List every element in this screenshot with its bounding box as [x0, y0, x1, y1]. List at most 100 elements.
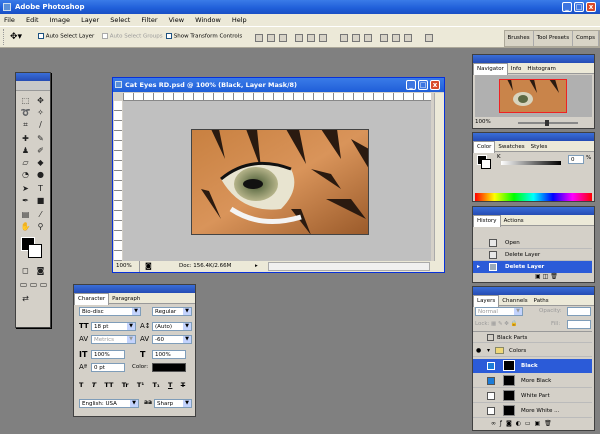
menu-layer[interactable]: Layer: [81, 16, 99, 24]
clone-stamp-icon[interactable]: ♟: [20, 145, 31, 156]
menu-filter[interactable]: Filter: [141, 16, 157, 24]
leading-field[interactable]: (Auto) ▼: [152, 322, 192, 331]
tab-paragraph[interactable]: Paragraph: [109, 294, 143, 305]
baseline-shift-field[interactable]: 0 pt: [91, 363, 125, 372]
align-right-icon[interactable]: [319, 34, 327, 42]
status-nav-icon[interactable]: ◙: [145, 261, 152, 272]
align-vcenter-icon[interactable]: [267, 34, 275, 42]
pen-tool-icon[interactable]: ✒: [20, 195, 31, 206]
close-button[interactable]: x: [586, 2, 596, 12]
visibility-eye-icon[interactable]: ●: [476, 345, 481, 357]
zoom-level[interactable]: 100%: [116, 261, 140, 272]
distribute-left-icon[interactable]: [380, 34, 388, 42]
new-layer-icon[interactable]: ▣: [534, 420, 541, 427]
layer-mask-thumb[interactable]: [503, 360, 515, 371]
link-layers-icon[interactable]: ∞: [491, 420, 497, 427]
menu-edit[interactable]: Edit: [26, 16, 39, 24]
show-transform-controls-checkbox[interactable]: [166, 33, 172, 39]
zoom-tool-icon[interactable]: ⚲: [35, 221, 46, 232]
menu-help[interactable]: Help: [232, 16, 247, 24]
shape-tool-icon[interactable]: ■: [35, 195, 46, 206]
layer-row-selected[interactable]: Black: [473, 359, 592, 373]
doc-close-button[interactable]: x: [430, 80, 440, 90]
photoshop-feather-logo[interactable]: [16, 81, 50, 91]
notes-tool-icon[interactable]: ▤: [20, 209, 31, 220]
blend-mode-select[interactable]: Normal ▼: [475, 307, 523, 316]
navigator-zoom[interactable]: 100%: [475, 119, 491, 125]
menu-window[interactable]: Window: [195, 16, 221, 24]
brush-tool-icon[interactable]: ✎: [35, 133, 46, 144]
auto-select-layer-option[interactable]: Auto Select Layer: [38, 33, 94, 40]
document-title-bar[interactable]: Cat Eyes RD.psd @ 100% (Black, Layer Mas…: [113, 78, 444, 92]
color-titlebar[interactable]: [473, 133, 594, 141]
auto-select-groups-option[interactable]: Auto Select Groups: [102, 33, 163, 40]
auto-select-groups-checkbox[interactable]: [102, 33, 108, 39]
add-mask-icon[interactable]: ◙: [506, 420, 513, 427]
navigator-titlebar[interactable]: [473, 55, 594, 63]
tab-character[interactable]: Character: [74, 293, 110, 305]
new-group-icon[interactable]: ▭: [525, 420, 532, 427]
doc-minimize-button[interactable]: _: [406, 80, 416, 90]
layer-mask-thumb[interactable]: [503, 390, 515, 401]
tab-histogram[interactable]: Histogram: [524, 64, 559, 75]
layer-style-icon[interactable]: ƒ: [500, 420, 503, 427]
cat-eye-image[interactable]: [191, 129, 369, 235]
tab-history[interactable]: History: [473, 215, 501, 227]
background-color-swatch[interactable]: [28, 244, 42, 258]
vertical-ruler[interactable]: [114, 101, 122, 261]
dodge-tool-icon[interactable]: ●: [35, 169, 46, 180]
menu-view[interactable]: View: [169, 16, 184, 24]
antialias-select[interactable]: Sharp ▼: [154, 399, 192, 408]
move-tool-icon[interactable]: ✥: [35, 95, 46, 106]
menu-select[interactable]: Select: [110, 16, 130, 24]
color-bg-swatch[interactable]: [481, 159, 491, 169]
distribute-bottom-icon[interactable]: [364, 34, 372, 42]
layers-titlebar[interactable]: [473, 287, 594, 295]
layer-group-row[interactable]: ● ▾ Colors: [473, 345, 592, 357]
tab-channels[interactable]: Channels: [499, 296, 530, 307]
new-document-icon[interactable]: ▣: [535, 273, 541, 280]
options-grip[interactable]: [3, 29, 5, 45]
history-item[interactable]: Open: [473, 237, 592, 249]
layer-row[interactable]: More White ...: [473, 404, 592, 418]
show-transform-controls-option[interactable]: Show Transform Controls: [166, 33, 242, 40]
horizontal-scale-field[interactable]: 100%: [152, 350, 186, 359]
character-panel-titlebar[interactable]: [74, 285, 195, 293]
font-family-select[interactable]: Bio-disc ▼: [79, 307, 141, 316]
palette-tab-tool-presets[interactable]: Tool Presets: [534, 31, 574, 46]
layer-row[interactable]: Black Parts: [473, 331, 592, 343]
group-expand-icon[interactable]: ▾: [487, 345, 490, 357]
align-top-icon[interactable]: [255, 34, 263, 42]
vertical-scrollbar[interactable]: [434, 93, 444, 263]
healing-brush-icon[interactable]: ✚: [20, 133, 31, 144]
lock-icons[interactable]: ▦ ✎ ✥ 🔒: [491, 321, 518, 327]
marquee-tool-icon[interactable]: ⬚: [20, 95, 31, 106]
minimize-button[interactable]: _: [562, 2, 572, 12]
canvas-area[interactable]: [123, 101, 431, 261]
app-title-bar[interactable]: Adobe Photoshop _ □ x: [0, 0, 600, 14]
eraser-tool-icon[interactable]: ▱: [20, 157, 31, 168]
hand-tool-icon[interactable]: ✋: [20, 221, 31, 232]
type-tool-icon[interactable]: T: [35, 183, 46, 194]
tab-styles[interactable]: Styles: [528, 142, 551, 153]
tab-paths[interactable]: Paths: [531, 296, 552, 307]
blur-tool-icon[interactable]: ◔: [20, 169, 31, 180]
faux-bold-button[interactable]: T: [79, 381, 83, 389]
align-hcenter-icon[interactable]: [307, 34, 315, 42]
tab-swatches[interactable]: Swatches: [495, 142, 527, 153]
move-tool-icon[interactable]: ✥▾: [10, 32, 22, 42]
eyedropper-icon[interactable]: ⁄: [35, 209, 46, 220]
subscript-button[interactable]: T₁: [152, 381, 159, 389]
layer-row[interactable]: More Black: [473, 374, 592, 388]
tab-color[interactable]: Color: [473, 141, 496, 153]
small-caps-button[interactable]: Tr: [122, 381, 129, 389]
faux-italic-button[interactable]: T: [92, 381, 96, 389]
align-left-icon[interactable]: [295, 34, 303, 42]
quick-mask-icon[interactable]: ◙: [35, 265, 46, 276]
tab-info[interactable]: Info: [508, 64, 524, 75]
text-color-swatch[interactable]: [152, 363, 186, 372]
doc-maximize-button[interactable]: □: [418, 80, 428, 90]
superscript-button[interactable]: T¹: [137, 381, 144, 389]
color-ramp[interactable]: [475, 193, 592, 201]
horizontal-ruler[interactable]: [123, 93, 431, 101]
